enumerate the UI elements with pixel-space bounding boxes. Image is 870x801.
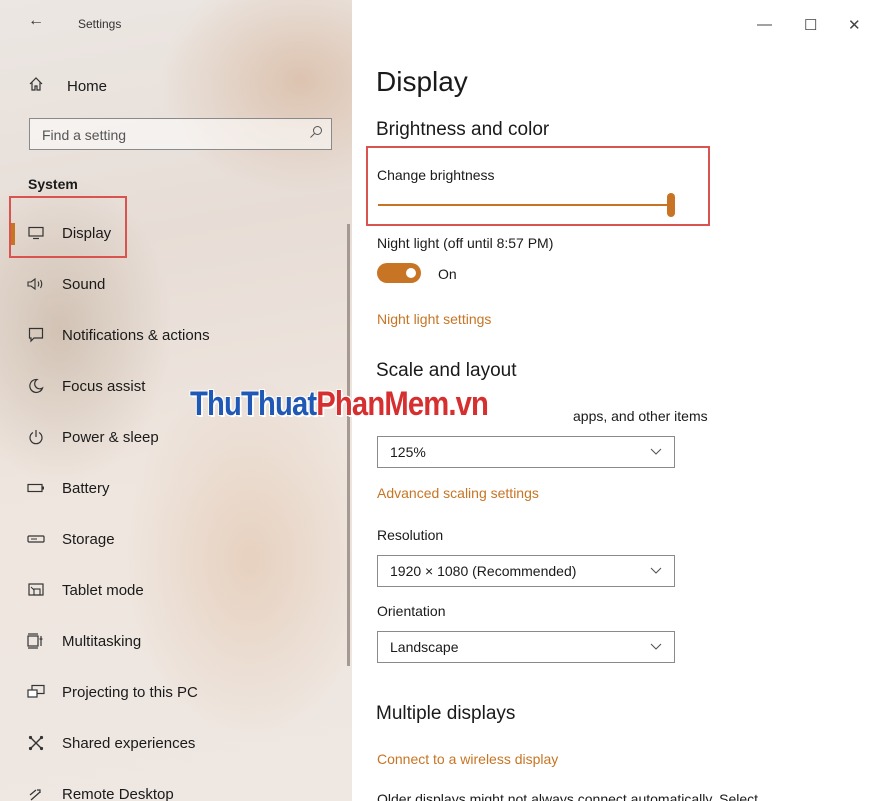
power-icon xyxy=(26,427,46,447)
minimize-button[interactable]: — xyxy=(757,16,772,33)
orientation-value: Landscape xyxy=(390,639,459,655)
brightness-heading: Brightness and color xyxy=(376,119,550,140)
search-icon xyxy=(310,126,322,138)
sidebar: ← Settings Home Find a setting System Di… xyxy=(0,0,352,801)
section-label-system: System xyxy=(28,176,78,192)
sidebar-item-tablet-mode[interactable]: Tablet mode xyxy=(0,570,352,610)
orientation-label: Orientation xyxy=(377,603,446,619)
resolution-label: Resolution xyxy=(377,527,444,543)
message-icon xyxy=(26,325,46,345)
sidebar-item-label: Shared experiences xyxy=(62,734,196,752)
sidebar-item-label: Projecting to this PC xyxy=(62,683,198,701)
home-label: Home xyxy=(67,77,108,95)
display-highlight-box xyxy=(9,196,127,258)
multiple-displays-heading: Multiple displays xyxy=(376,703,516,724)
sidebar-item-storage[interactable]: Storage xyxy=(0,519,352,559)
close-button[interactable]: ✕ xyxy=(848,16,861,34)
chevron-down-icon xyxy=(650,448,662,455)
multitasking-icon xyxy=(26,631,46,651)
scale-value: 125% xyxy=(390,444,426,460)
orientation-dropdown[interactable]: Landscape xyxy=(377,631,675,663)
sidebar-item-power-sleep[interactable]: Power & sleep xyxy=(0,417,352,457)
home-icon xyxy=(28,76,48,96)
sidebar-item-label: Remote Desktop xyxy=(62,785,174,801)
sidebar-item-label: Multitasking xyxy=(62,632,142,650)
sidebar-item-battery[interactable]: Battery xyxy=(0,468,352,508)
scale-dropdown[interactable]: 125% xyxy=(377,436,675,468)
tablet-icon xyxy=(26,580,46,600)
sidebar-item-label: Sound xyxy=(62,275,106,293)
advanced-scaling-link[interactable]: Advanced scaling settings xyxy=(377,485,539,501)
chevron-down-icon xyxy=(650,643,662,650)
scale-label: apps, and other items xyxy=(573,408,708,424)
remote-desktop-icon xyxy=(26,784,46,801)
shared-icon xyxy=(26,733,46,753)
night-light-settings-link[interactable]: Night light settings xyxy=(377,311,491,327)
sidebar-item-label: Storage xyxy=(62,530,115,548)
chevron-down-icon xyxy=(650,567,662,574)
resolution-dropdown[interactable]: 1920 × 1080 (Recommended) xyxy=(377,555,675,587)
brightness-highlight-box xyxy=(366,146,710,226)
scale-heading: Scale and layout xyxy=(376,360,517,381)
maximize-button[interactable]: ☐ xyxy=(804,16,817,34)
sidebar-scrollbar[interactable] xyxy=(347,224,350,666)
resolution-value: 1920 × 1080 (Recommended) xyxy=(390,563,577,579)
battery-icon xyxy=(26,478,46,498)
app-title: Settings xyxy=(78,17,122,31)
storage-icon xyxy=(26,529,46,549)
sidebar-item-sound[interactable]: Sound xyxy=(0,264,352,304)
sidebar-item-focus-assist[interactable]: Focus assist xyxy=(0,366,352,406)
night-light-label: Night light (off until 8:57 PM) xyxy=(377,235,554,251)
sidebar-item-multitasking[interactable]: Multitasking xyxy=(0,621,352,661)
sidebar-item-projecting[interactable]: Projecting to this PC xyxy=(0,672,352,712)
sidebar-item-notifications[interactable]: Notifications & actions xyxy=(0,315,352,355)
sidebar-item-label: Power & sleep xyxy=(62,428,159,446)
sidebar-item-label: Tablet mode xyxy=(62,581,144,599)
sidebar-item-remote-desktop[interactable]: Remote Desktop xyxy=(0,774,352,801)
project-icon xyxy=(26,682,46,702)
page-title: Display xyxy=(376,66,468,97)
night-light-state: On xyxy=(438,266,457,282)
sidebar-item-shared-experiences[interactable]: Shared experiences xyxy=(0,723,352,763)
older-displays-text: Older displays might not always connect … xyxy=(377,791,759,801)
sidebar-item-label: Focus assist xyxy=(62,377,146,395)
moon-icon xyxy=(26,376,46,396)
main-content: — ☐ ✕ Display Brightness and color Chang… xyxy=(352,0,870,801)
wireless-display-link[interactable]: Connect to a wireless display xyxy=(377,751,558,767)
sidebar-item-label: Battery xyxy=(62,479,110,497)
home-nav-item[interactable]: Home xyxy=(28,75,107,97)
speaker-icon xyxy=(26,274,46,294)
search-placeholder: Find a setting xyxy=(42,127,127,143)
toggle-knob xyxy=(406,268,416,278)
back-arrow-icon[interactable]: ← xyxy=(28,12,44,30)
search-input[interactable]: Find a setting xyxy=(29,118,332,150)
sidebar-item-label: Notifications & actions xyxy=(62,326,210,344)
night-light-toggle[interactable] xyxy=(377,263,421,283)
title-bar: ← Settings xyxy=(0,0,352,50)
